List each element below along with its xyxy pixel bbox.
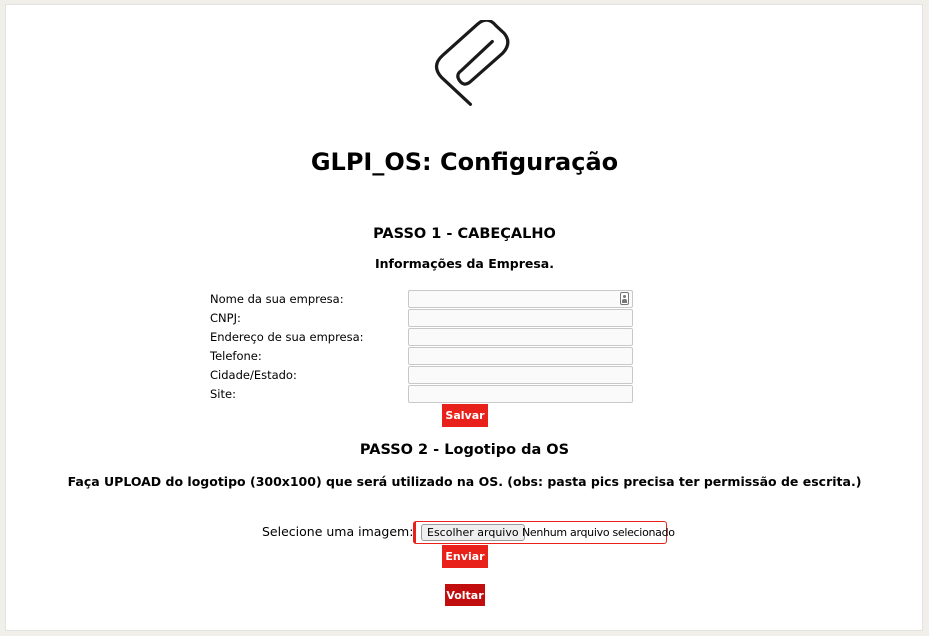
step1-subtitle: Informações da Empresa. — [375, 256, 554, 271]
choose-file-button[interactable]: Escolher arquivo — [421, 524, 525, 541]
phone-row: Telefone: — [210, 347, 640, 365]
city-state-label: Cidade/Estado: — [210, 368, 297, 382]
back-button[interactable]: Voltar — [445, 584, 485, 606]
company-name-row: Nome da sua empresa: — [210, 290, 640, 308]
page-title: GLPI_OS: Configuração — [310, 148, 619, 176]
file-status-text: Nenhum arquivo selecionado — [522, 526, 675, 539]
company-name-input[interactable] — [408, 290, 633, 308]
paperclip-icon — [434, 20, 510, 106]
contact-autofill-icon[interactable] — [620, 292, 629, 305]
address-input[interactable] — [408, 328, 633, 346]
city-state-input[interactable] — [408, 366, 633, 384]
address-label: Endereço de sua empresa: — [210, 330, 364, 344]
cnpj-label: CNPJ: — [210, 311, 241, 325]
cnpj-row: CNPJ: — [210, 309, 640, 327]
site-row: Site: — [210, 385, 640, 403]
address-row: Endereço de sua empresa: — [210, 328, 640, 346]
logo-file-input[interactable]: Escolher arquivo Nenhum arquivo selecion… — [413, 521, 675, 544]
phone-label: Telefone: — [210, 349, 262, 363]
site-input[interactable] — [408, 385, 633, 403]
step1-heading: PASSO 1 - CABEÇALHO — [373, 226, 556, 242]
step2-heading: PASSO 2 - Logotipo da OS — [359, 442, 570, 458]
phone-input[interactable] — [408, 347, 633, 365]
send-button[interactable]: Enviar — [442, 545, 488, 568]
cnpj-input[interactable] — [408, 309, 633, 327]
company-name-label: Nome da sua empresa: — [210, 292, 344, 306]
site-label: Site: — [210, 387, 236, 401]
file-input-label: Selecione uma imagem: — [262, 524, 414, 539]
city-state-row: Cidade/Estado: — [210, 366, 640, 384]
upload-note: Faça UPLOAD do logotipo (300x100) que se… — [67, 474, 862, 489]
save-button[interactable]: Salvar — [442, 404, 488, 427]
